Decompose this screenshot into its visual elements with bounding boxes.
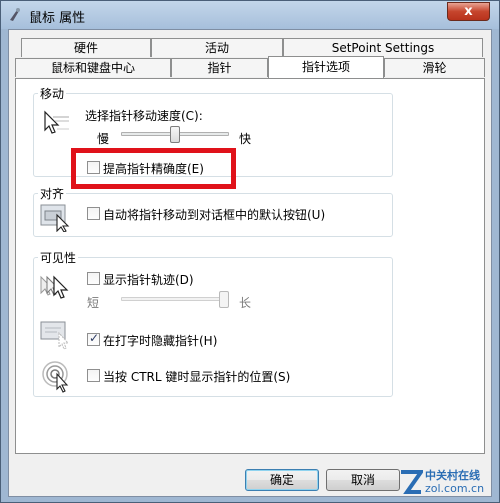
cancel-button[interactable]: 取消 <box>326 469 400 491</box>
pointer-speed-label: 选择指针移动速度(C): <box>85 109 203 123</box>
show-location-ctrl-checkbox[interactable] <box>87 369 100 382</box>
snap-group-label: 对齐 <box>38 185 67 202</box>
pointer-trails-label: 显示指针轨迹(D) <box>103 273 194 287</box>
tab-setpoint-settings[interactable]: SetPoint Settings <box>283 38 483 57</box>
pointer-trails-checkbox[interactable] <box>87 272 100 285</box>
show-location-ctrl-icon <box>42 361 69 393</box>
close-button[interactable]: x <box>447 2 490 21</box>
pointer-trails-icon <box>40 275 69 299</box>
enhance-precision-label: 提高指针精确度(E) <box>103 162 204 176</box>
tab-pointers[interactable]: 指针 <box>171 58 268 77</box>
motion-group-label: 移动 <box>38 85 67 102</box>
pointer-trails-slider-thumb[interactable] <box>219 291 229 308</box>
zol-watermark: 中关村在线 zol.com.cn <box>399 465 499 501</box>
close-icon: x <box>464 4 473 19</box>
trails-short-label: 短 <box>87 296 100 310</box>
zol-brand-text: 中关村在线 <box>425 469 480 482</box>
snap-to-default-checkbox[interactable] <box>87 207 100 220</box>
pointer-speed-slider-thumb[interactable] <box>170 126 180 143</box>
show-location-ctrl-label: 当按 CTRL 键时显示指针的位置(S) <box>103 370 291 384</box>
slow-label: 慢 <box>97 132 110 146</box>
checkmark-icon: ✓ <box>89 331 100 345</box>
tab-hardware[interactable]: 硬件 <box>21 38 151 57</box>
zol-logo-icon <box>401 470 423 494</box>
snap-to-default-label: 自动将指针移动到对话框中的默认按钮(U) <box>103 208 326 222</box>
mouse-app-icon <box>10 8 20 21</box>
enhance-precision-checkbox[interactable] <box>87 161 100 174</box>
window-title: 鼠标 属性 <box>29 11 86 26</box>
tab-activity[interactable]: 活动 <box>151 38 283 57</box>
tab-pointer-options[interactable]: 指针选项 <box>268 56 384 78</box>
pointer-trails-track[interactable] <box>121 297 229 301</box>
visibility-group-label: 可见性 <box>38 249 79 266</box>
hide-while-typing-label: 在打字时隐藏指针(H) <box>103 334 218 348</box>
tab-mouse-keyboard-center[interactable]: 鼠标和键盘中心 <box>15 58 171 77</box>
title-bar[interactable]: 鼠标 属性 x <box>1 1 499 29</box>
hide-while-typing-checkbox[interactable]: ✓ <box>87 331 100 346</box>
hide-while-typing-icon <box>40 321 70 350</box>
pointer-speed-icon <box>44 110 69 134</box>
snap-to-default-icon <box>40 204 70 232</box>
trails-long-label: 长 <box>239 296 252 310</box>
fast-label: 快 <box>239 132 252 146</box>
ok-button[interactable]: 确定 <box>245 469 319 491</box>
tab-wheel[interactable]: 滑轮 <box>384 58 485 77</box>
zol-brand-url: zol.com.cn <box>425 482 485 495</box>
mouse-properties-window: 鼠标 属性 x 硬件 活动 SetPoint Settings 鼠标和键盘中心 … <box>0 0 500 503</box>
